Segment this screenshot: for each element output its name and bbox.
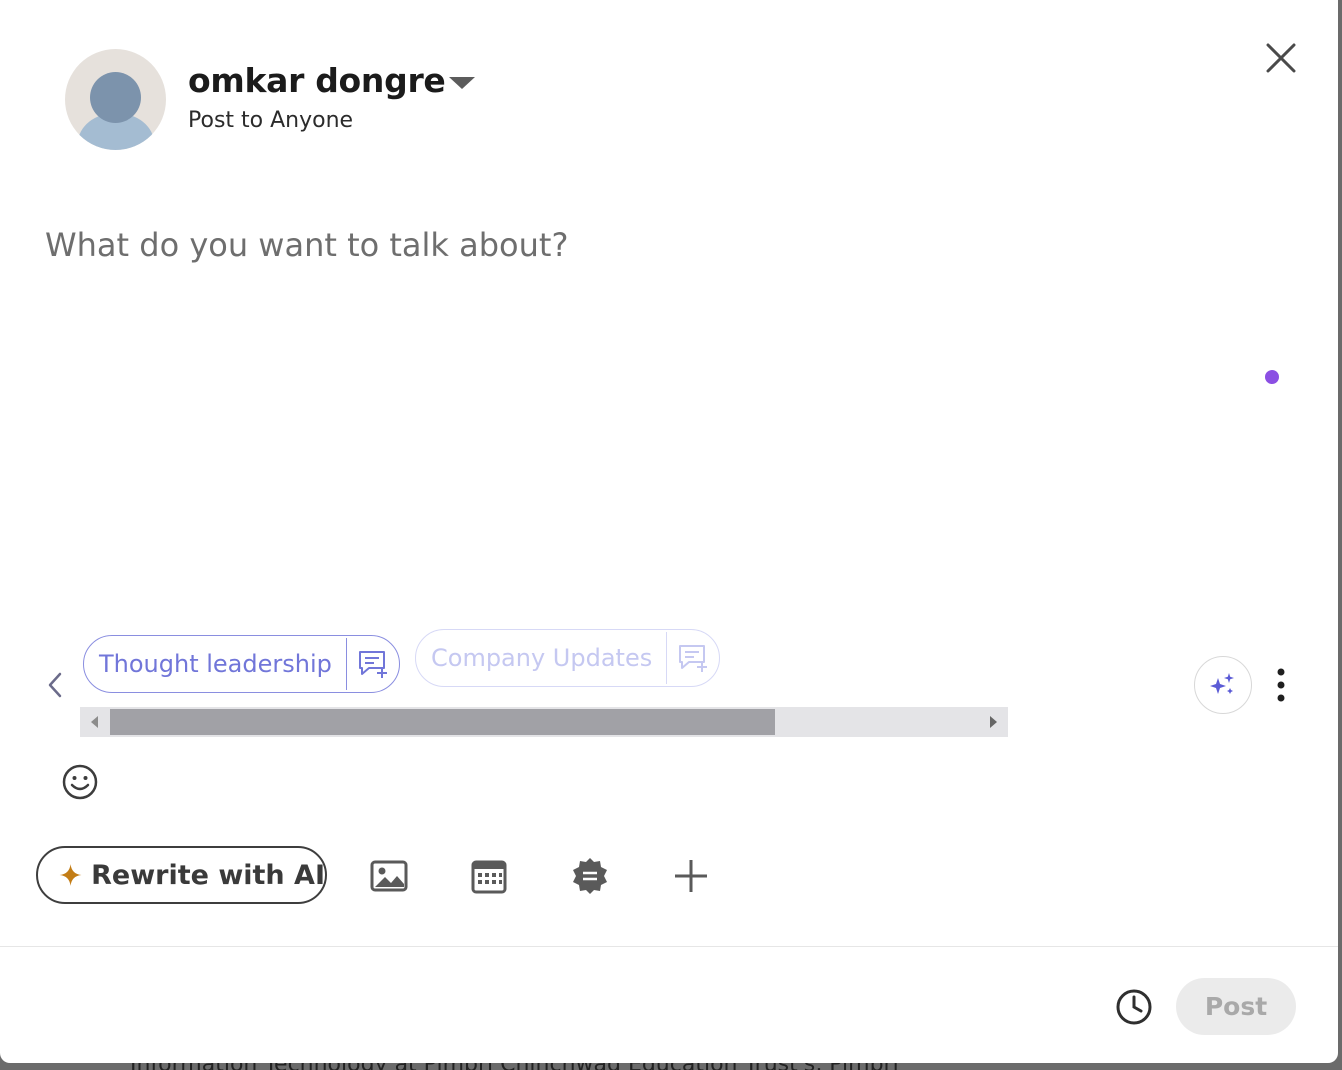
plus-icon[interactable]	[669, 854, 713, 898]
sparkle-icon	[59, 864, 82, 886]
user-name[interactable]: omkar dongre	[188, 61, 446, 100]
chip-label: Company Updates	[416, 632, 668, 684]
chevron-left-icon[interactable]	[40, 668, 70, 702]
chip-label: Thought leadership	[84, 638, 347, 690]
calendar-icon[interactable]	[467, 854, 511, 898]
ai-sparkle-button[interactable]	[1194, 656, 1252, 714]
create-post-dialog: omkar dongre Post to Anyone Thought lead…	[0, 0, 1338, 1063]
scroll-thumb[interactable]	[110, 709, 775, 735]
chevron-down-icon[interactable]	[449, 77, 475, 89]
suggestion-chip-company-updates[interactable]: Company Updates	[415, 629, 721, 687]
more-vertical-icon[interactable]	[1265, 664, 1297, 708]
scroll-left-arrow[interactable]	[91, 716, 98, 728]
image-icon[interactable]	[367, 854, 411, 898]
comment-plus-icon[interactable]	[347, 638, 399, 690]
comment-plus-icon[interactable]	[667, 632, 719, 684]
horizontal-scrollbar[interactable]	[80, 707, 1008, 737]
post-text-input[interactable]	[45, 226, 1225, 264]
rewrite-label: Rewrite with AI	[91, 859, 325, 891]
rewrite-with-ai-button[interactable]: Rewrite with AI	[36, 846, 327, 904]
avatar	[65, 49, 166, 150]
post-visibility[interactable]: Post to Anyone	[188, 108, 353, 133]
suggestion-chip-thought-leadership[interactable]: Thought leadership	[83, 635, 400, 693]
post-button[interactable]: Post	[1176, 978, 1296, 1035]
ai-sparkle-icon	[1210, 673, 1234, 694]
close-icon[interactable]	[1259, 36, 1303, 80]
badge-icon[interactable]	[568, 854, 612, 898]
footer-divider	[0, 946, 1338, 947]
emoji-icon[interactable]	[60, 762, 100, 802]
status-dot	[1265, 370, 1279, 384]
scroll-right-arrow[interactable]	[990, 716, 997, 728]
clock-icon[interactable]	[1113, 986, 1155, 1028]
